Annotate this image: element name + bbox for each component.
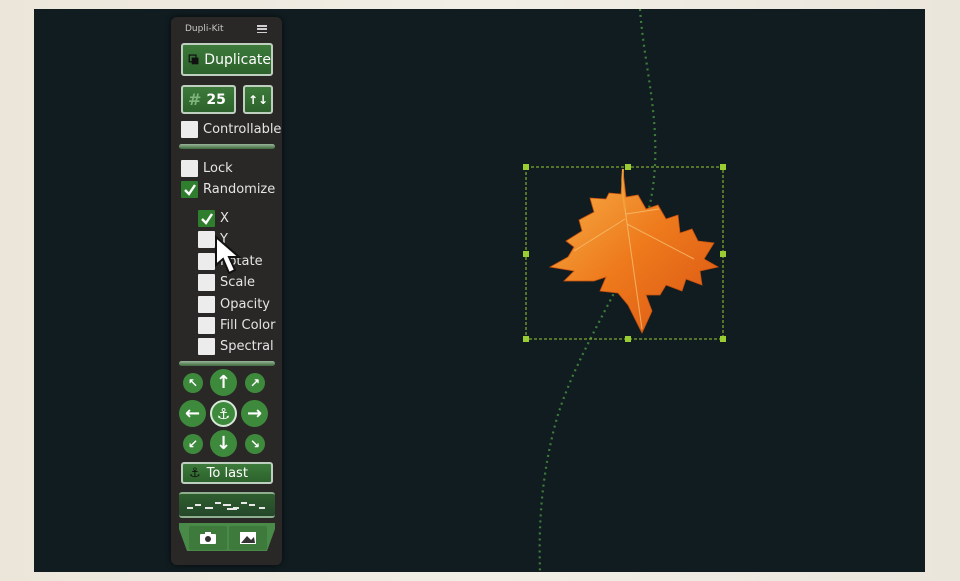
- arrow-up-left-button[interactable]: ↖: [183, 373, 203, 393]
- anchor-center-button[interactable]: ⚓: [210, 400, 237, 427]
- arrow-down-icon: ↓: [215, 433, 232, 454]
- arrow-down-button[interactable]: ↓: [210, 430, 237, 457]
- lock-label: Lock: [203, 161, 233, 176]
- arrow-right-button[interactable]: →: [241, 400, 268, 427]
- arrow-right-icon: →: [246, 403, 263, 424]
- random-rotate-checkbox[interactable]: [198, 253, 215, 270]
- random-spectral-label: Spectral: [220, 339, 274, 354]
- direction-toggle-button[interactable]: ↑↓: [243, 85, 273, 114]
- duplicate-button[interactable]: Duplicate: [181, 43, 273, 76]
- arrow-down-left-icon: ↙: [187, 437, 199, 451]
- panel-title: Dupli-Kit: [185, 24, 224, 34]
- duplicate-label: Duplicate: [204, 51, 271, 68]
- distribution-bar[interactable]: [179, 492, 275, 518]
- camera-icon: [200, 532, 216, 544]
- random-fill-color-checkbox[interactable]: [198, 317, 215, 334]
- random-opacity-checkbox[interactable]: [198, 296, 215, 313]
- randomize-label: Randomize: [203, 182, 276, 197]
- image-icon: [240, 532, 256, 544]
- random-x-label: X: [220, 211, 229, 226]
- random-x-row[interactable]: X: [198, 210, 229, 227]
- to-last-button[interactable]: ⚓ To last: [181, 462, 273, 484]
- mouse-cursor-icon: [215, 235, 242, 275]
- randomize-checkbox-row[interactable]: Randomize: [181, 181, 275, 198]
- arrow-down-left-button[interactable]: ↙: [183, 434, 203, 454]
- random-y-checkbox[interactable]: [198, 231, 215, 248]
- bottom-tray: [179, 523, 275, 553]
- distribution-dashes-icon: [187, 502, 265, 510]
- lock-checkbox-row[interactable]: Lock: [181, 160, 233, 177]
- lock-checkbox[interactable]: [181, 160, 198, 177]
- hash-icon: #: [188, 90, 202, 109]
- section-divider[interactable]: [179, 144, 275, 149]
- controllable-checkbox[interactable]: [181, 121, 198, 138]
- checkmark-icon: [183, 183, 196, 196]
- arrow-up-left-icon: ↖: [187, 376, 199, 390]
- random-scale-checkbox[interactable]: [198, 274, 215, 291]
- random-scale-label: Scale: [220, 275, 255, 290]
- arrow-up-icon: ↑: [215, 372, 232, 393]
- arrow-left-button[interactable]: ←: [179, 400, 206, 427]
- hamburger-icon[interactable]: [257, 25, 267, 33]
- controllable-checkbox-row[interactable]: Controllable: [181, 121, 281, 138]
- arrow-up-right-icon: ↗: [249, 376, 261, 390]
- random-spectral-checkbox[interactable]: [198, 338, 215, 355]
- export-image-button[interactable]: [229, 526, 267, 550]
- arrow-up-right-button[interactable]: ↗: [245, 373, 265, 393]
- copies-count-value: 25: [206, 91, 226, 108]
- duplicate-icon: [188, 53, 199, 64]
- artboard-canvas[interactable]: [34, 9, 925, 572]
- arrow-up-button[interactable]: ↑: [210, 369, 237, 396]
- section-divider[interactable]: [179, 361, 275, 366]
- arrow-down-right-button[interactable]: ↘: [245, 434, 265, 454]
- random-x-checkbox[interactable]: [198, 210, 215, 227]
- up-down-arrows-icon: ↑↓: [247, 92, 269, 107]
- randomize-checkbox[interactable]: [181, 181, 198, 198]
- random-opacity-row[interactable]: Opacity: [198, 296, 270, 313]
- anchor-icon: ⚓: [216, 404, 231, 423]
- snapshot-button[interactable]: [189, 526, 227, 550]
- random-fill-color-label: Fill Color: [220, 318, 276, 333]
- copies-count-field[interactable]: # 25: [181, 85, 236, 114]
- random-opacity-label: Opacity: [220, 297, 271, 312]
- to-last-label: To last: [206, 465, 248, 481]
- controllable-label: Controllable: [203, 122, 282, 137]
- canvas-artwork: [523, 9, 726, 572]
- anchor-icon: ⚓: [189, 465, 201, 481]
- dupli-kit-panel: Dupli-Kit Duplicate # 25 ↑↓ Controllable…: [171, 17, 282, 565]
- arrow-left-icon: ←: [184, 403, 201, 424]
- random-spectral-row[interactable]: Spectral: [198, 338, 274, 355]
- random-fill-color-row[interactable]: Fill Color: [198, 317, 275, 334]
- maple-leaf-object: [548, 168, 720, 334]
- checkmark-icon: [200, 212, 213, 225]
- arrow-down-right-icon: ↘: [249, 437, 261, 451]
